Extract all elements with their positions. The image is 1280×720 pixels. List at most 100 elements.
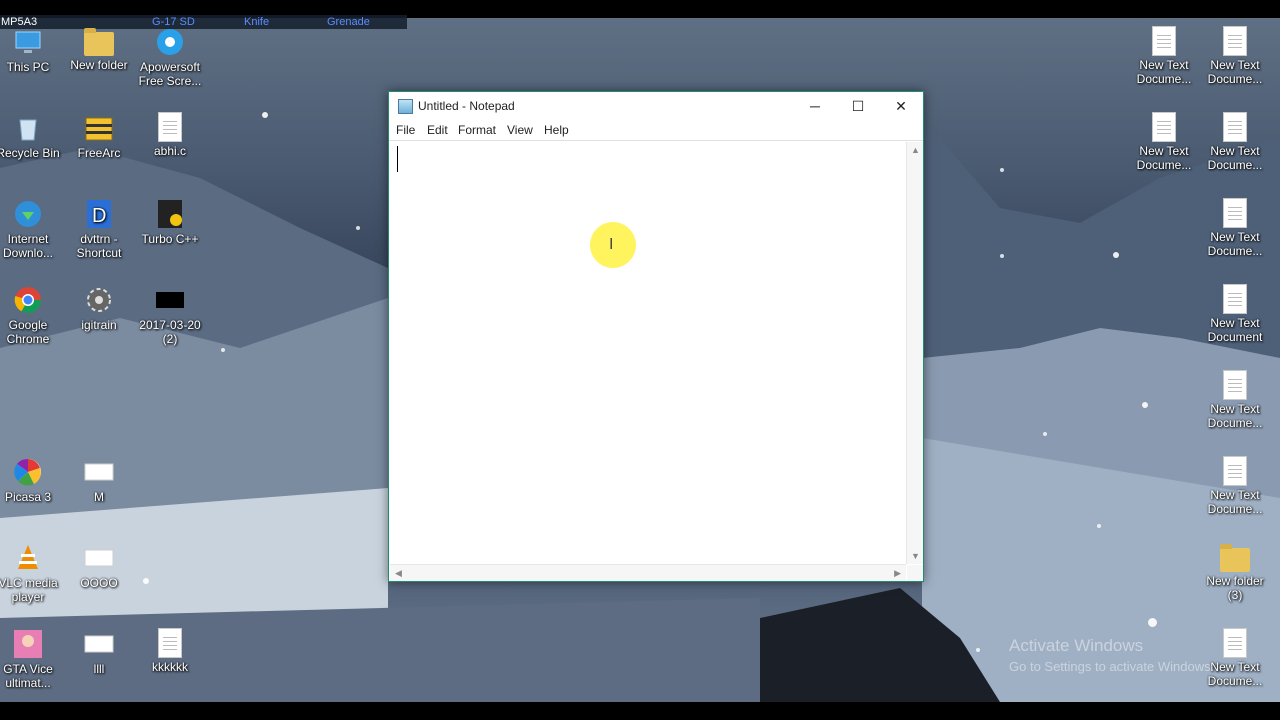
scroll-right-icon[interactable]: ▶: [894, 568, 901, 579]
desktop-icon-label: New Text Document: [1207, 316, 1263, 344]
scroll-down-icon[interactable]: ▼: [911, 551, 920, 561]
desktop-icon-new-folder-3[interactable]: New folder (3): [1200, 542, 1270, 602]
desktop-icon-vlc[interactable]: VLC media player: [0, 542, 63, 604]
desktop-icon-new-text-doc[interactable]: New Text Docume...: [1200, 26, 1270, 86]
desktop-icon-idm[interactable]: Internet Downlo...: [0, 198, 63, 260]
desktop-icon-picasa[interactable]: Picasa 3: [0, 456, 63, 504]
activation-watermark: Activate Windows Go to Settings to activ…: [1009, 636, 1214, 674]
desktop-icon-apowersoft[interactable]: Apowersoft Free Scre...: [135, 26, 205, 88]
desktop-icon-label: llll: [93, 662, 105, 676]
menu-edit[interactable]: Edit: [427, 123, 448, 137]
watermark-subtitle: Go to Settings to activate Windows.: [1009, 659, 1215, 674]
desktop-icon-oooo[interactable]: OOOO: [64, 542, 134, 590]
desktop-icon-new-text-doc[interactable]: New Text Docume...: [1200, 112, 1270, 172]
desktop-icon-label: New Text Docume...: [1136, 58, 1192, 86]
desktop-icon-new-text-doc[interactable]: New Text Docume...: [1200, 456, 1270, 516]
folder-icon: [1220, 544, 1250, 572]
desktop-icon-label: GTA Vice ultimat...: [3, 662, 53, 690]
snowflake: [1097, 524, 1101, 528]
document-icon: [1223, 456, 1247, 486]
desktop-icon-video-2017[interactable]: 2017-03-20 (2): [135, 284, 205, 346]
folder-icon: [84, 28, 114, 56]
menu-format[interactable]: Format: [458, 123, 496, 137]
desktop-icon-llll[interactable]: llll: [64, 628, 134, 676]
desktop-icon-label: Picasa 3: [4, 490, 52, 504]
notepad-menubar: File Edit Format View Help: [389, 120, 923, 141]
desktop-icon-label: New folder: [70, 58, 128, 72]
idm-icon: [12, 198, 44, 230]
scroll-up-icon[interactable]: ▲: [911, 145, 920, 155]
svg-text:D: D: [92, 205, 106, 227]
desktop-icon-m[interactable]: M: [64, 456, 134, 504]
desktop-icon-freearc[interactable]: FreeArc: [64, 112, 134, 160]
recycle-bin-icon: [12, 112, 44, 144]
gta-icon: [12, 628, 44, 660]
desktop-icon-label: Recycle Bin: [0, 146, 60, 160]
desktop-icon-label: New Text Docume...: [1207, 144, 1263, 172]
desktop-icon-new-text-doc[interactable]: New Text Docume...: [1129, 26, 1199, 86]
freearc-icon: [83, 112, 115, 144]
desktop-icon-label: New folder (3): [1206, 574, 1264, 602]
document-icon: [1152, 112, 1176, 142]
turbo-cpp-icon: [154, 198, 186, 230]
desktop-icon-abhi-c[interactable]: abhi.c: [135, 112, 205, 158]
desktop-icon-label: 2017-03-20 (2): [139, 318, 201, 346]
notepad-window[interactable]: Untitled - Notepad ─ ☐ ✕ File Edit Forma…: [388, 91, 924, 582]
desktop-icon-new-text-doc[interactable]: New Text Document: [1200, 284, 1270, 344]
this-pc-icon: [12, 26, 44, 58]
desktop-icon-label: igitrain: [81, 318, 117, 332]
snowflake: [1142, 402, 1148, 408]
document-icon: [1223, 26, 1247, 56]
desktop-icon-label: Apowersoft Free Scre...: [138, 60, 202, 88]
resize-grip-icon[interactable]: [907, 565, 923, 581]
document-icon: [158, 112, 182, 142]
menu-file[interactable]: File: [396, 123, 415, 137]
vertical-scrollbar[interactable]: ▲ ▼: [906, 142, 923, 564]
dvttrn-icon: D: [83, 198, 115, 230]
desktop-icon-turbo-cpp[interactable]: Turbo C++: [135, 198, 205, 246]
window-title: Untitled - Notepad: [418, 99, 515, 113]
notepad-titlebar[interactable]: Untitled - Notepad ─ ☐ ✕: [389, 92, 923, 120]
menu-help[interactable]: Help: [544, 123, 569, 137]
vlc-icon: [12, 542, 44, 574]
desktop-icon-recycle-bin[interactable]: Recycle Bin: [0, 112, 63, 160]
desktop-icon-chrome[interactable]: Google Chrome: [0, 284, 63, 346]
snowflake: [221, 348, 225, 352]
snowflake: [262, 112, 268, 118]
desktop-icon-label: New Text Docume...: [1207, 402, 1263, 430]
desktop-icon-gta[interactable]: GTA Vice ultimat...: [0, 628, 63, 690]
gear-icon: [83, 284, 115, 316]
desktop-icon-label: FreeArc: [77, 146, 121, 160]
document-icon: [83, 456, 115, 488]
desktop-icon-new-folder[interactable]: New folder: [64, 26, 134, 72]
document-icon: [1223, 628, 1247, 658]
minimize-button[interactable]: ─: [793, 92, 837, 120]
chrome-icon: [12, 284, 44, 316]
document-icon: [1223, 112, 1247, 142]
horizontal-scrollbar[interactable]: ◀ ▶: [390, 564, 906, 581]
desktop-icon-new-text-doc[interactable]: New Text Docume...: [1200, 198, 1270, 258]
close-button[interactable]: ✕: [879, 92, 923, 120]
document-icon: [158, 628, 182, 658]
hud-weapon-knife: Knife: [244, 16, 270, 28]
desktop-icon-label: New Text Docume...: [1207, 230, 1263, 258]
text-caret: [397, 146, 398, 172]
desktop-icon-this-pc[interactable]: This PC: [0, 26, 63, 74]
desktop-icon-label: Internet Downlo...: [2, 232, 54, 260]
picasa-icon: [12, 456, 44, 488]
maximize-button[interactable]: ☐: [836, 92, 880, 120]
watermark-title: Activate Windows: [1009, 636, 1144, 655]
desktop-icon-label: kkkkkk: [152, 660, 188, 674]
menu-view[interactable]: View: [507, 123, 533, 137]
desktop-icon-kkkkkk[interactable]: kkkkkk: [135, 628, 205, 674]
desktop-icon-igitrain[interactable]: igitrain: [64, 284, 134, 332]
desktop-icon-new-text-doc[interactable]: New Text Docume...: [1129, 112, 1199, 172]
scroll-left-icon[interactable]: ◀: [395, 568, 402, 579]
hud-weapon-grenade: Grenade: [327, 16, 370, 28]
bottom-black-bar: [0, 702, 1280, 720]
desktop-icon-new-text-doc[interactable]: New Text Docume...: [1200, 370, 1270, 430]
notepad-text-area[interactable]: [390, 142, 906, 564]
snowflake: [1113, 252, 1119, 258]
desktop-icon-dvttrn[interactable]: D dvttrn - Shortcut: [64, 198, 134, 260]
desktop-icon-label: This PC: [6, 60, 50, 74]
